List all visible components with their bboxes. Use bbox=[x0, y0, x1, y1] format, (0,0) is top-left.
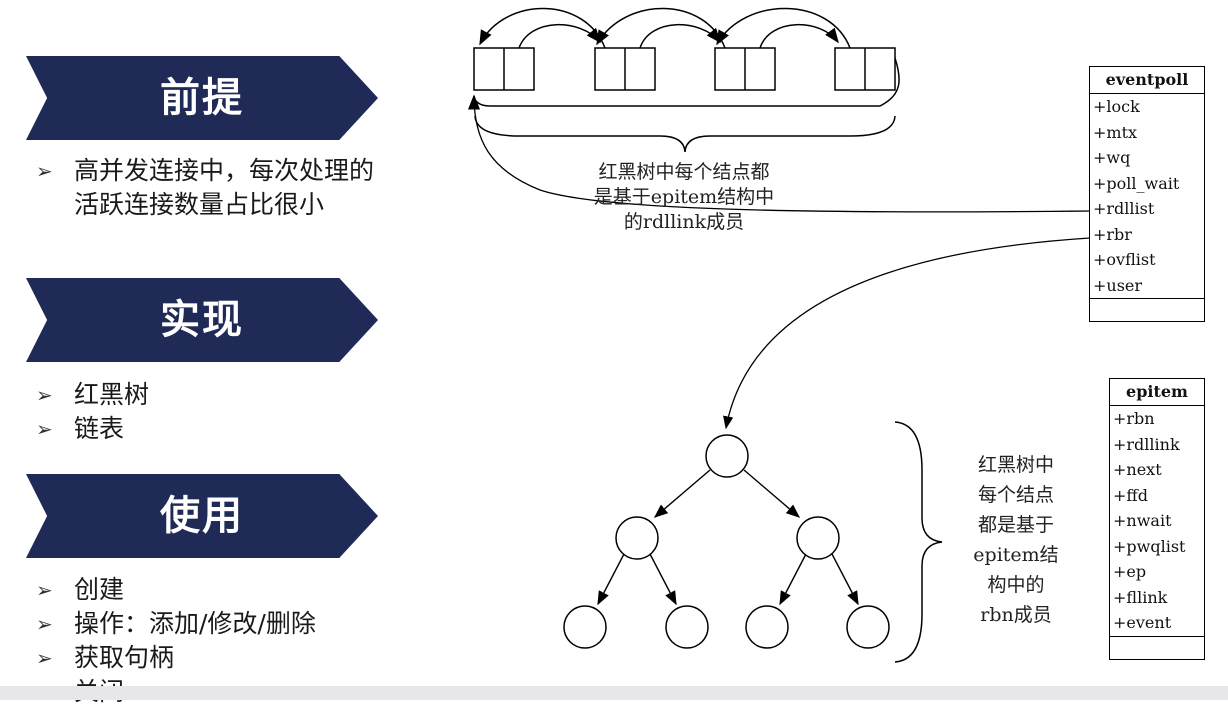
tree-node-leaf bbox=[846, 605, 890, 649]
struct-field: +next bbox=[1113, 460, 1162, 479]
tree-node-root bbox=[705, 434, 749, 478]
struct-field: +ep bbox=[1113, 562, 1147, 581]
eventpoll-struct-box: eventpoll +lock +mtx +wq +poll_wait +rdl… bbox=[1089, 66, 1205, 322]
tree-node-leaf bbox=[563, 605, 607, 649]
struct-field: +nwait bbox=[1113, 511, 1172, 530]
struct-field: +rdllink bbox=[1113, 434, 1180, 454]
tree-brace bbox=[894, 421, 943, 663]
epitem-struct-box: epitem +rbn +rdllink +next +ffd +nwait +… bbox=[1109, 378, 1205, 660]
struct-field: +poll_wait bbox=[1093, 173, 1180, 193]
eventpoll-struct-title: eventpoll bbox=[1090, 67, 1204, 94]
list-node bbox=[834, 47, 896, 91]
rbr-link bbox=[723, 237, 1091, 430]
list-caption: 红黑树中每个结点都 是基于epitem结构中 的rdllink成员 bbox=[593, 161, 775, 233]
list-backward-links bbox=[479, 7, 851, 49]
struct-field: +rbn bbox=[1113, 409, 1155, 428]
epitem-struct-title: epitem bbox=[1110, 379, 1204, 406]
list-node bbox=[594, 47, 656, 91]
struct-field: +event bbox=[1113, 613, 1172, 632]
tree-node bbox=[615, 516, 659, 560]
list-node bbox=[473, 47, 535, 91]
struct-field: +rdllist bbox=[1093, 199, 1155, 218]
tree-node bbox=[796, 516, 840, 560]
struct-field: +lock bbox=[1093, 97, 1140, 116]
list-brace bbox=[474, 115, 896, 153]
list-forward-links bbox=[518, 23, 839, 49]
tree-node-leaf bbox=[745, 605, 789, 649]
bottom-bar bbox=[0, 686, 1228, 700]
struct-field: +rbr bbox=[1093, 224, 1132, 244]
struct-field: +mtx bbox=[1093, 122, 1138, 142]
struct-field: +wq bbox=[1093, 148, 1131, 167]
tree-caption: 红黑树中 每个结点 都是基于 epitem结 构中的 rbn成员 bbox=[973, 454, 1059, 626]
tree-node-leaf bbox=[665, 605, 709, 649]
struct-methods-section bbox=[1090, 298, 1204, 321]
struct-field: +ovflist bbox=[1093, 250, 1156, 269]
list-node bbox=[714, 47, 776, 91]
struct-field: +pwqlist bbox=[1113, 536, 1186, 556]
struct-methods-section bbox=[1110, 635, 1204, 659]
struct-field: +ffd bbox=[1113, 485, 1149, 505]
struct-field: +user bbox=[1093, 275, 1143, 295]
struct-field: +fllink bbox=[1113, 587, 1168, 607]
